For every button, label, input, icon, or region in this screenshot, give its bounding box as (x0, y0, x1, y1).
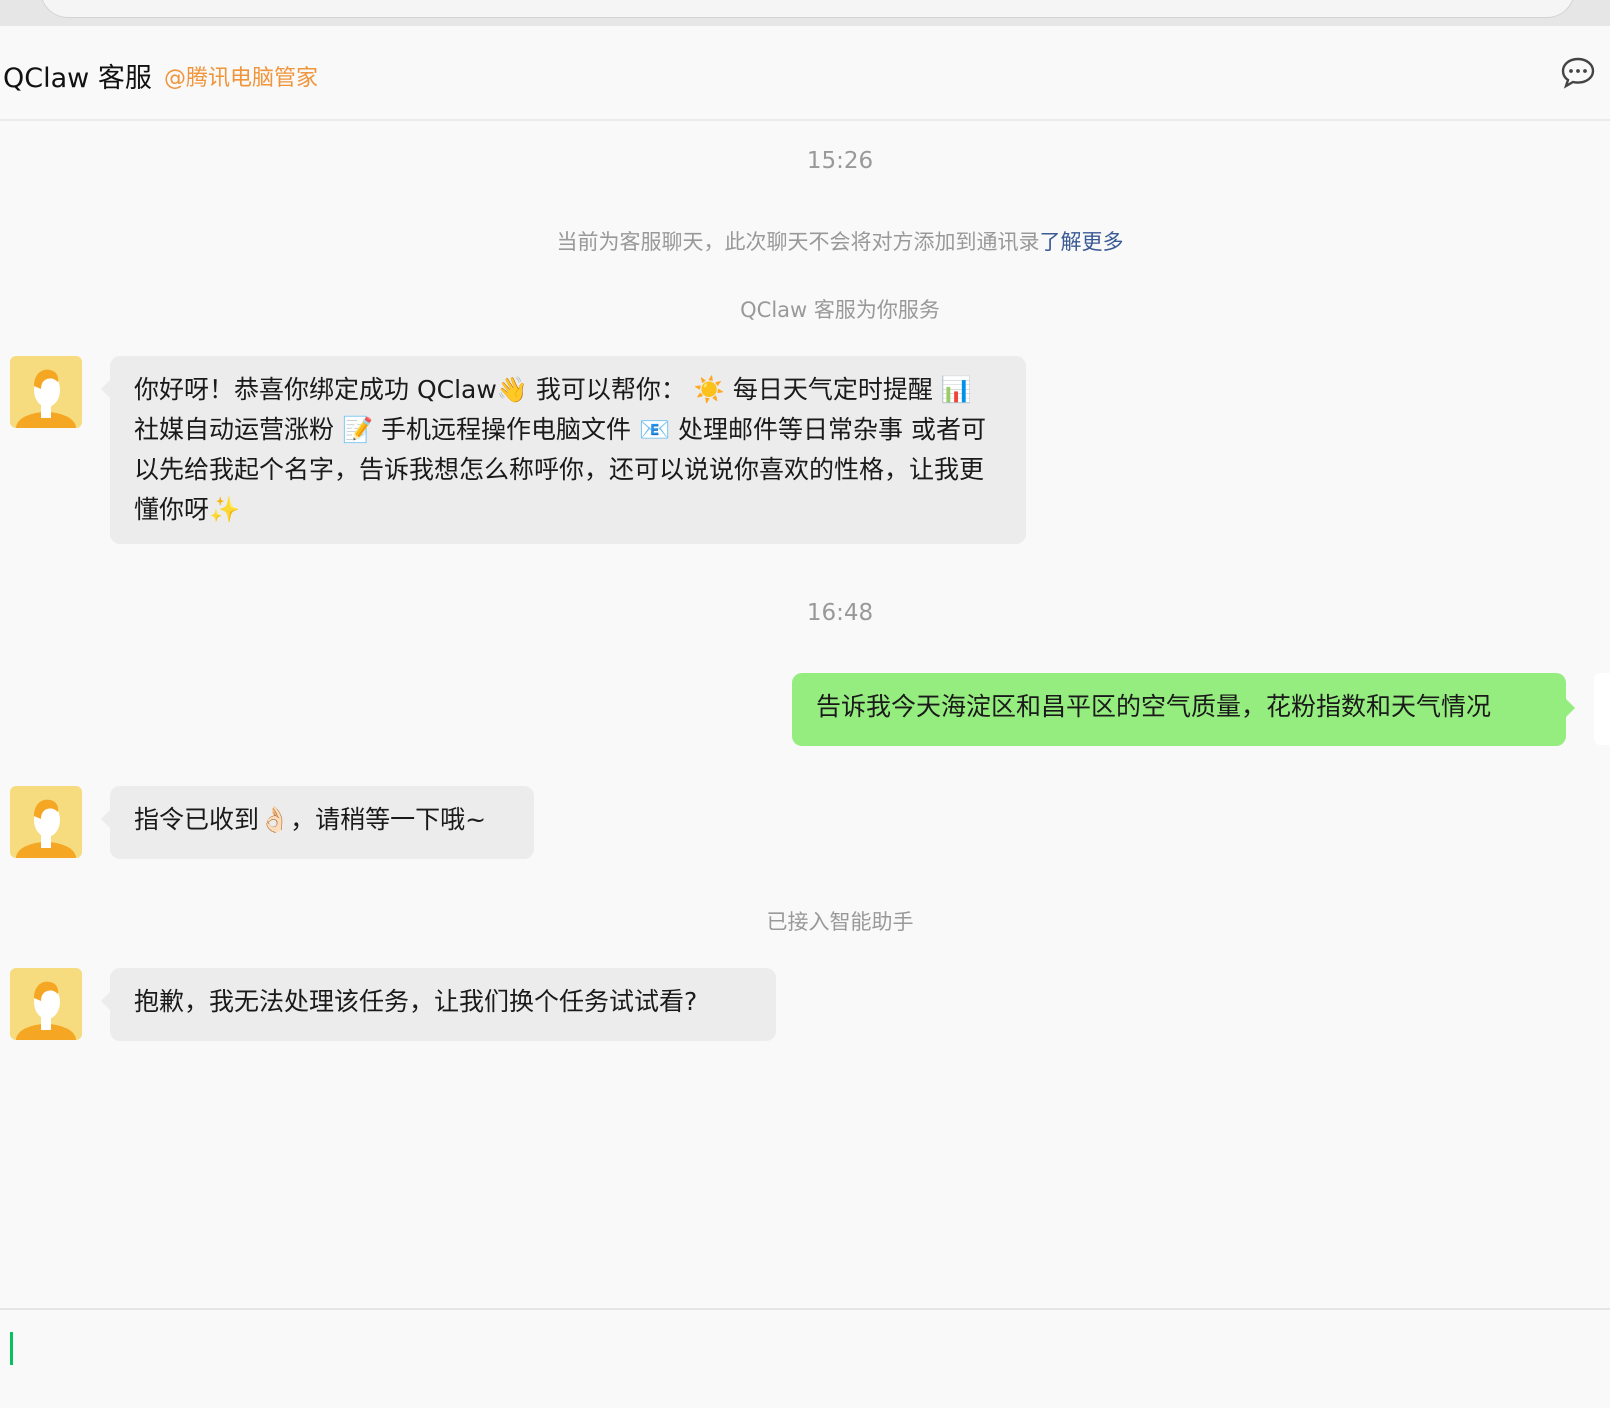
agent-avatar-icon (16, 799, 76, 858)
agent-avatar-icon (16, 981, 76, 1040)
chat-title: QClaw 客服 (3, 63, 152, 94)
window-top-bar (0, 0, 1610, 26)
chat-header: QClaw 客服 @腾讯电脑管家 (0, 26, 1610, 121)
text-cursor (10, 1332, 13, 1365)
message-bubble-agent: 指令已收到👌🏻，请稍等一下哦~ (101, 786, 534, 859)
user-avatar[interactable] (1594, 673, 1610, 745)
message-bubble-agent: 你好呀！恭喜你绑定成功 QClaw👋 我可以帮你： ☀️ 每日天气定时提醒 📊 … (101, 356, 1026, 544)
agent-avatar[interactable] (10, 356, 82, 428)
message-bubble-user: 告诉我今天海淀区和昌平区的空气质量，花粉指数和天气情况 (792, 673, 1575, 746)
agent-avatar[interactable] (10, 968, 82, 1040)
agent-avatar[interactable] (10, 786, 82, 858)
message-input[interactable] (0, 1308, 1610, 1408)
system-message: 已接入智能助手 (766, 910, 914, 934)
timestamp: 16:48 (806, 600, 874, 626)
chat-more-icon[interactable] (1560, 56, 1596, 90)
service-label: QClaw 客服为你服务 (740, 298, 940, 322)
message-bubble-agent: 抱歉，我无法处理该任务，让我们换个任务试试看? (101, 968, 776, 1041)
browser-tab (40, 0, 1575, 18)
learn-more-link[interactable]: 了解更多 (1040, 230, 1124, 254)
agent-avatar-icon (16, 369, 76, 428)
timestamp: 15:26 (806, 148, 874, 174)
chat-subtitle: @腾讯电脑管家 (164, 66, 319, 91)
notice-text: 当前为客服聊天，此次聊天不会将对方添加到通讯录 (556, 230, 1040, 254)
service-notice: 当前为客服聊天，此次聊天不会将对方添加到通讯录了解更多 (0, 226, 1610, 256)
